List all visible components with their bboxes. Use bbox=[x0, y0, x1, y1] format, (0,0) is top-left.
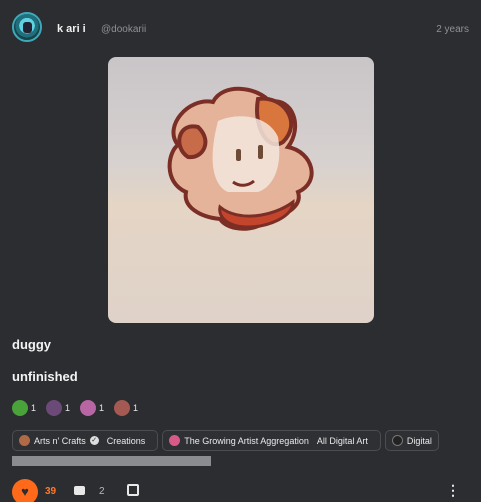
green-emoji-icon bbox=[12, 400, 28, 416]
comment-count: 2 bbox=[99, 486, 105, 497]
verified-icon: ✓ bbox=[89, 436, 99, 445]
reaction-count: 1 bbox=[65, 403, 71, 413]
artist-community-icon bbox=[169, 435, 181, 446]
pink-emoji-icon bbox=[80, 400, 97, 416]
avatar[interactable] bbox=[12, 12, 42, 42]
comment-icon[interactable] bbox=[74, 486, 85, 495]
post-image[interactable] bbox=[108, 57, 374, 323]
reaction-green[interactable]: 1 bbox=[12, 399, 36, 417]
like-button[interactable]: ♥ bbox=[12, 479, 38, 502]
reactions-bar: 1 1 1 1 bbox=[12, 399, 138, 417]
reaction-purple[interactable]: 1 bbox=[46, 399, 70, 417]
post-timestamp: 2 years bbox=[436, 24, 469, 35]
channel-name: All Digital Art bbox=[316, 435, 368, 446]
tag-arts-n-crafts[interactable]: Arts n' Crafts ✓ Creations bbox=[12, 430, 159, 451]
tag-growing-artist[interactable]: The Growing Artist Aggregation All Digit… bbox=[162, 430, 381, 451]
post-actions: ♥ 39 2 ⋮ bbox=[12, 477, 472, 502]
user-handle[interactable]: @dookarii bbox=[101, 24, 146, 35]
community-name: Digital bbox=[406, 435, 432, 446]
arts-community-icon bbox=[19, 435, 30, 446]
post-title: duggy bbox=[12, 337, 51, 352]
community-name: Arts n' Crafts bbox=[34, 435, 86, 446]
digital-community-icon bbox=[391, 435, 403, 446]
share-icon[interactable] bbox=[127, 484, 139, 496]
dog-drawing-icon bbox=[167, 86, 314, 231]
reaction-count: 1 bbox=[133, 403, 139, 413]
reaction-cat[interactable]: 1 bbox=[114, 399, 138, 417]
post-header: k ari i @dookarii 2 years bbox=[12, 12, 472, 44]
reaction-pink[interactable]: 1 bbox=[80, 399, 104, 417]
channel-name: Creations bbox=[106, 435, 146, 446]
avatar-face-icon bbox=[23, 22, 32, 33]
more-options-button[interactable]: ⋮ bbox=[446, 482, 460, 499]
purple-emoji-icon bbox=[46, 400, 63, 416]
community-tags: Arts n' Crafts ✓ Creations The Growing A… bbox=[12, 430, 481, 452]
horizontal-scrollbar[interactable] bbox=[12, 456, 211, 466]
post-body: unfinished bbox=[12, 369, 78, 384]
like-count: 39 bbox=[45, 486, 57, 497]
reaction-count: 1 bbox=[99, 403, 105, 413]
reaction-count: 1 bbox=[31, 403, 37, 413]
username[interactable]: k ari i bbox=[57, 23, 86, 35]
community-name: The Growing Artist Aggregation bbox=[184, 435, 309, 446]
cat-emoji-icon bbox=[114, 400, 131, 416]
tag-digital[interactable]: Digital bbox=[384, 430, 439, 451]
